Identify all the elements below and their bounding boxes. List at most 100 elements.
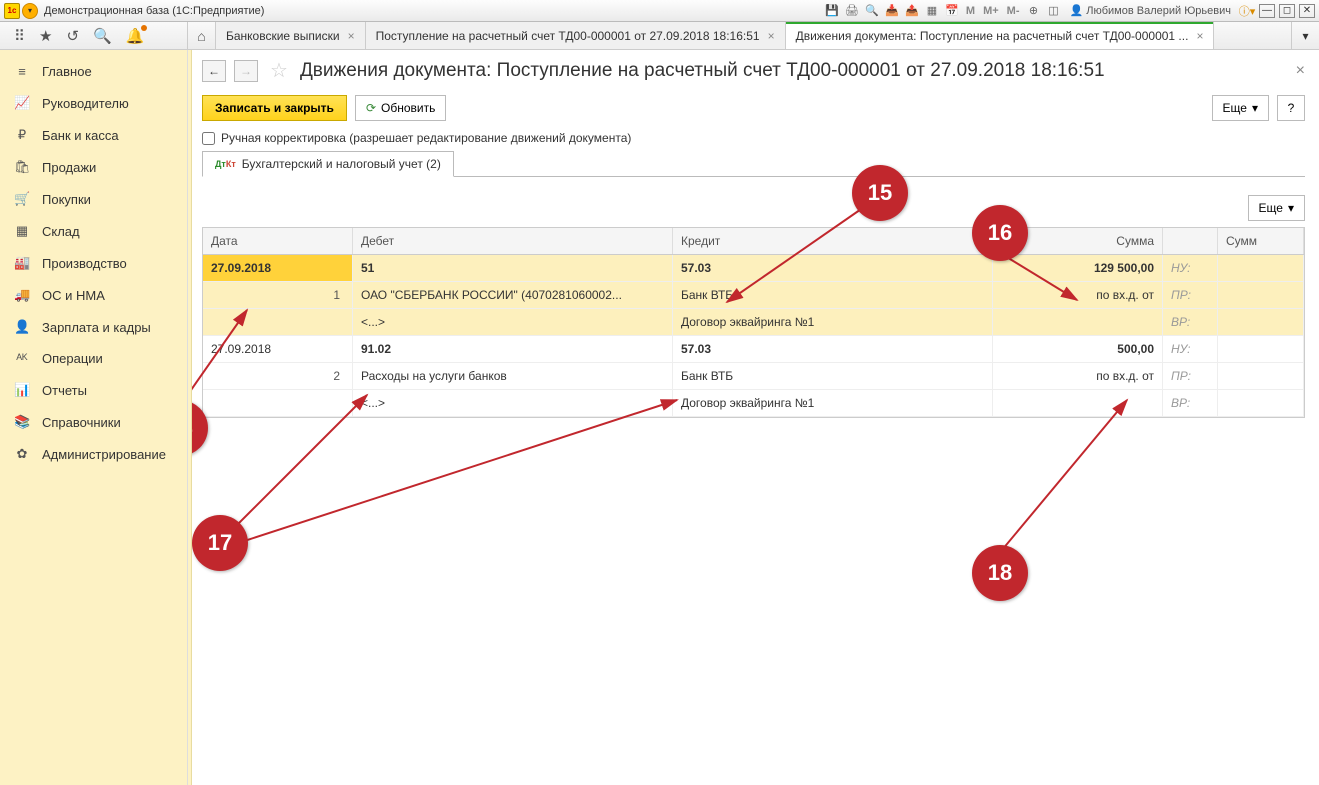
cell-sum: 500,00	[993, 336, 1163, 362]
search-icon[interactable]: 🔍	[93, 27, 112, 45]
grid-header: Дата Дебет Кредит Сумма Сумм	[203, 228, 1304, 255]
table-row[interactable]: <...> Договор эквайринга №1 ВР:	[203, 309, 1304, 336]
sidebar-item-label: Банк и касса	[42, 128, 119, 143]
cell-credit-subconto: Банк ВТБ	[673, 282, 993, 308]
apps-icon[interactable]: ⠿	[14, 27, 25, 45]
gear-icon: ✿	[14, 446, 30, 462]
tab-receipt-document[interactable]: Поступление на расчетный счет ТД00-00000…	[366, 22, 786, 49]
cell-debit-subconto: <...>	[353, 390, 673, 416]
export-icon[interactable]: 📤	[904, 3, 920, 19]
compare-icon[interactable]: 📥	[884, 3, 900, 19]
cell-date: 27.09.2018	[203, 255, 353, 281]
sidebar-item-operations[interactable]: ᴬᴷОперации	[0, 343, 187, 374]
nav-back-button[interactable]: ←	[202, 60, 226, 82]
grid-more-button[interactable]: Еще ▾	[1248, 195, 1305, 221]
sidebar-item-administration[interactable]: ✿Администрирование	[0, 438, 187, 470]
close-page-button[interactable]: ×	[1296, 62, 1305, 80]
cell-credit-account: 57.03	[673, 336, 993, 362]
sidebar-item-label: Руководителю	[42, 96, 129, 111]
save-and-close-button[interactable]: Записать и закрыть	[202, 95, 347, 121]
tab-document-movements[interactable]: Движения документа: Поступление на расче…	[786, 22, 1215, 49]
favorite-icon[interactable]: ★	[39, 27, 52, 45]
cell-row-number: 1	[203, 282, 353, 308]
home-button[interactable]: ⌂	[188, 22, 216, 49]
col-sum2[interactable]: Сумм	[1218, 228, 1304, 254]
sidebar-item-label: ОС и НМА	[42, 288, 105, 303]
bag-icon: 🛍	[14, 159, 30, 175]
content-area: ← → ☆ Движения документа: Поступление на…	[192, 50, 1319, 785]
tab-label: Движения документа: Поступление на расче…	[796, 29, 1189, 43]
dtkt-icon: ᴬᴷ	[14, 351, 30, 366]
panels-icon[interactable]: ◫	[1045, 3, 1061, 19]
close-icon[interactable]: ×	[768, 29, 775, 43]
tabs-menu-icon[interactable]: ▾	[1291, 22, 1319, 49]
more-button[interactable]: Еще ▾	[1212, 95, 1269, 121]
sidebar-item-purchases[interactable]: 🛒Покупки	[0, 183, 187, 215]
sidebar-item-warehouse[interactable]: ▦Склад	[0, 215, 187, 247]
window-minimize-button[interactable]: —	[1259, 4, 1275, 18]
manual-correction-checkbox[interactable]	[202, 132, 215, 145]
close-icon[interactable]: ×	[1196, 29, 1203, 43]
sidebar-item-production[interactable]: 🏭Производство	[0, 247, 187, 279]
cell-debit-subconto: Расходы на услуги банков	[353, 363, 673, 389]
cell-sum-note: по вх.д. от	[993, 363, 1163, 389]
cell-credit-subconto: Договор эквайринга №1	[673, 309, 993, 335]
refresh-button[interactable]: ⟳Обновить	[355, 95, 446, 121]
memory-mplus-button[interactable]: M+	[981, 5, 1001, 17]
chevron-down-icon: ▾	[1288, 201, 1294, 215]
cell-label-pr: ПР:	[1163, 282, 1218, 308]
window-close-button[interactable]: ✕	[1299, 4, 1315, 18]
calendar-icon[interactable]: 📅	[944, 3, 960, 19]
annotation-15: 15	[852, 165, 908, 221]
close-icon[interactable]: ×	[348, 29, 355, 43]
memory-mminus-button[interactable]: M-	[1005, 5, 1022, 17]
print-icon[interactable]: 🖨	[844, 3, 860, 19]
memory-m-button[interactable]: M	[964, 5, 977, 17]
window-restore-button[interactable]: ◻	[1279, 4, 1295, 18]
bell-icon[interactable]: 🔔	[126, 27, 145, 45]
chevron-down-icon: ▾	[1252, 101, 1258, 115]
history-icon[interactable]: ↺	[66, 27, 79, 45]
sidebar-item-salary[interactable]: 👤Зарплата и кадры	[0, 311, 187, 343]
cell-credit-subconto: Договор эквайринга №1	[673, 390, 993, 416]
sidebar-item-main[interactable]: ≡Главное	[0, 56, 187, 87]
tab-label: Банковские выписки	[226, 29, 340, 43]
sidebar-item-manager[interactable]: 📈 Руководителю	[0, 87, 187, 119]
cell-sum: 129 500,00	[993, 255, 1163, 281]
preview-icon[interactable]: 🔍	[864, 3, 880, 19]
favorite-star-icon[interactable]: ☆	[270, 58, 288, 83]
app-menu-dropdown-icon[interactable]: ▾	[22, 3, 38, 19]
cell-debit-account: 91.02	[353, 336, 673, 362]
sidebar-item-directories[interactable]: 📚Справочники	[0, 406, 187, 438]
col-debit[interactable]: Дебет	[353, 228, 673, 254]
sidebar-item-reports[interactable]: 📊Отчеты	[0, 374, 187, 406]
logo-1c-icon: 1c	[4, 3, 20, 19]
ruble-icon: ₽	[14, 127, 30, 143]
help-button[interactable]: ?	[1277, 95, 1305, 121]
zoom-icon[interactable]: ⊕	[1025, 3, 1041, 19]
cell-debit-account: 51	[353, 255, 673, 281]
tab-bank-statements[interactable]: Банковские выписки ×	[216, 22, 366, 49]
col-date[interactable]: Дата	[203, 228, 353, 254]
table-row[interactable]: 27.09.2018 51 57.03 129 500,00 НУ:	[203, 255, 1304, 282]
table-row[interactable]: 2 Расходы на услуги банков Банк ВТБ по в…	[203, 363, 1304, 390]
save-icon[interactable]: 💾	[824, 3, 840, 19]
calc-icon[interactable]: ▦	[924, 3, 940, 19]
annotation-16: 16	[972, 205, 1028, 261]
table-row[interactable]: <...> Договор эквайринга №1 ВР:	[203, 390, 1304, 417]
table-row[interactable]: 27.09.2018 91.02 57.03 500,00 НУ:	[203, 336, 1304, 363]
col-credit[interactable]: Кредит	[673, 228, 993, 254]
cell-credit-subconto: Банк ВТБ	[673, 363, 993, 389]
sidebar-item-sales[interactable]: 🛍Продажи	[0, 151, 187, 183]
info-icon[interactable]: ⓘ▾	[1239, 3, 1255, 19]
current-user[interactable]: 👤 Любимов Валерий Юрьевич	[1065, 4, 1235, 17]
table-row[interactable]: 1 ОАО "СБЕРБАНК РОССИИ" (4070281060002..…	[203, 282, 1304, 309]
chart-icon: 📈	[14, 95, 30, 111]
accounting-tab[interactable]: ДтКт Бухгалтерский и налоговый учет (2)	[202, 151, 454, 177]
sidebar-item-bank[interactable]: ₽ Банк и касса	[0, 119, 187, 151]
nav-forward-button[interactable]: →	[234, 60, 258, 82]
checkbox-label: Ручная корректировка (разрешает редактир…	[221, 131, 631, 145]
sidebar-item-assets[interactable]: 🚚ОС и НМА	[0, 279, 187, 311]
factory-icon: 🏭	[14, 255, 30, 271]
page-title: Движения документа: Поступление на расче…	[300, 60, 1105, 82]
